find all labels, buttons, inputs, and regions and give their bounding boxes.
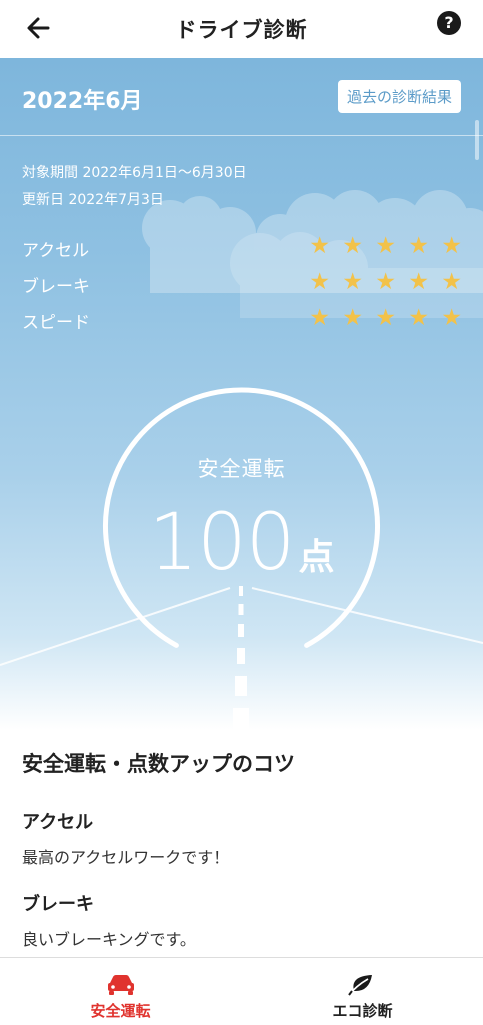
app-header: ドライブ診断 ? — [0, 0, 483, 58]
diagnosis-hero: 2022年6月 過去の診断結果 対象期間 2022年6月1日〜6月30日 更新日… — [0, 58, 483, 730]
road-gauge-illustration — [0, 387, 483, 730]
tips-title: 安全運転・点数アップのコツ — [22, 752, 295, 776]
nav-eco[interactable]: エコ診断 — [242, 958, 483, 1025]
arrow-left-icon[interactable] — [24, 13, 54, 43]
leaf-icon — [348, 975, 372, 996]
nav-label: 安全運転 — [90, 1002, 151, 1020]
score-unit: 点 — [298, 537, 335, 578]
tips-section: 安全運転・点数アップのコツ アクセル 最高のアクセルワークです！ ブレーキ 良い… — [22, 748, 462, 950]
tip-body-brake: 良いブレーキングです。 — [22, 930, 196, 949]
car-icon — [108, 975, 134, 995]
score-display: 100 点 — [0, 498, 483, 588]
score-value: 100 — [148, 498, 296, 588]
tip-heading-accel: アクセル — [22, 812, 94, 833]
nav-label: エコ診断 — [332, 1002, 393, 1020]
gauge-label: 安全運転 — [197, 457, 286, 481]
tip-heading-brake: ブレーキ — [22, 894, 94, 915]
nav-safe-driving[interactable]: 安全運転 — [0, 958, 241, 1025]
bottom-nav: 安全運転 エコ診断 — [0, 957, 483, 1025]
question-icon[interactable]: ? — [437, 11, 461, 35]
tip-body-accel: 最高のアクセルワークです！ — [22, 848, 230, 867]
scrollbar[interactable] — [475, 120, 479, 160]
page-title: ドライブ診断 — [175, 18, 308, 42]
